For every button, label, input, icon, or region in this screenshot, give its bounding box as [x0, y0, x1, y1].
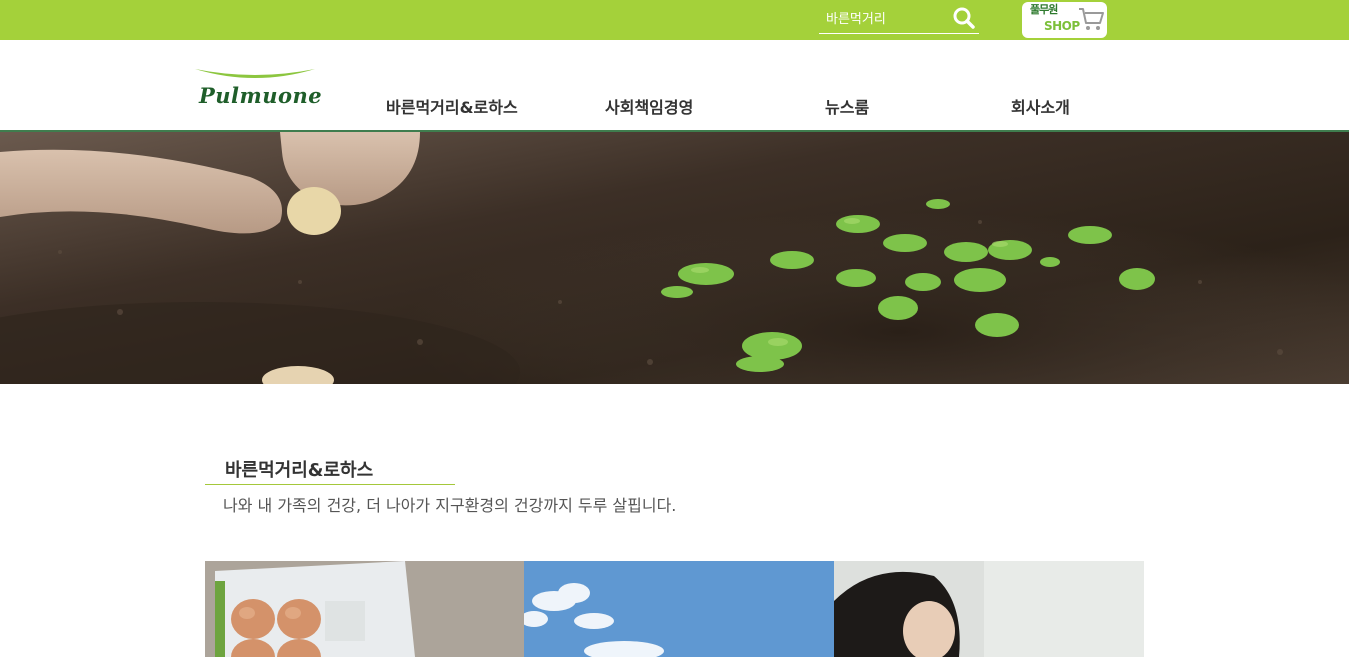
- hero-banner-image: [0, 132, 1349, 384]
- shop-label: SHOP: [1044, 19, 1080, 33]
- eggs-card[interactable]: [205, 561, 524, 657]
- top-bar: 풀무원 SHOP: [0, 0, 1349, 40]
- main-header: Pulmuone 바른먹거리&로하스 사회책임경영 뉴스룸 회사소개: [0, 40, 1349, 132]
- nav-item-about[interactable]: 회사소개: [1011, 94, 1070, 118]
- shop-brand: 풀무원: [1030, 3, 1058, 16]
- section-description: 나와 내 가족의 건강, 더 나아가 지구환경의 건강까지 두루 살핍니다.: [223, 496, 677, 515]
- cart-icon: [1079, 8, 1104, 30]
- sky-image: [524, 561, 834, 657]
- logo-text: Pulmuone: [199, 83, 323, 108]
- sky-card[interactable]: [524, 561, 834, 657]
- nav-item-csr[interactable]: 사회책임경영: [605, 94, 693, 118]
- section-title: 바른먹거리&로하스: [225, 460, 374, 481]
- egg-carton-image: [205, 561, 524, 657]
- search-icon[interactable]: [952, 6, 976, 30]
- person-image: [834, 561, 1144, 657]
- person-card[interactable]: [834, 561, 1144, 657]
- nav-item-food[interactable]: 바른먹거리&로하스: [386, 94, 518, 118]
- section-divider: [205, 484, 455, 485]
- shop-button[interactable]: 풀무원 SHOP: [1022, 2, 1107, 38]
- search-input[interactable]: [819, 8, 951, 30]
- nav-item-newsroom[interactable]: 뉴스룸: [825, 94, 869, 118]
- pulmuone-logo[interactable]: Pulmuone: [193, 67, 322, 111]
- search-box: [819, 6, 979, 34]
